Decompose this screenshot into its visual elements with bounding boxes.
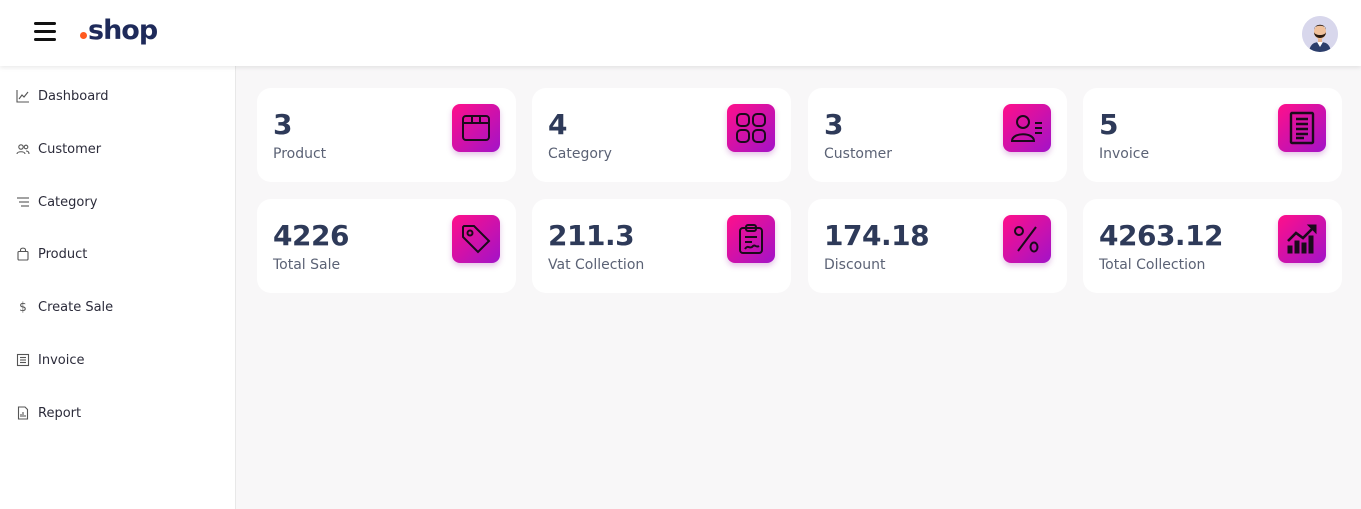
sidebar-item-customer[interactable]: Customer — [0, 129, 235, 169]
sidebar-item-label: Product — [38, 246, 88, 262]
sidebar-item-label: Dashboard — [38, 88, 109, 104]
shopping-bag-icon — [16, 247, 30, 261]
user-avatar-icon[interactable] — [1302, 16, 1338, 52]
stat-label: Discount — [824, 257, 886, 273]
sidebar-item-label: Category — [38, 194, 98, 210]
sidebar-item-report[interactable]: Report — [0, 393, 235, 433]
sidebar-item-label: Report — [38, 405, 82, 421]
stat-label: Product — [273, 146, 327, 162]
stat-value: 5 — [1099, 108, 1118, 141]
sidebar-item-category[interactable]: Category — [0, 182, 235, 222]
stat-label: Total Sale — [273, 257, 341, 273]
stat-label: Total Collection — [1099, 257, 1206, 273]
stat-card-product[interactable]: 3 Product — [257, 88, 516, 182]
stat-value: 4 — [548, 108, 567, 141]
stat-label: Invoice — [1099, 146, 1150, 162]
stat-value: 4263.12 — [1099, 219, 1224, 252]
customer-card-icon — [1003, 104, 1051, 152]
stat-value: 3 — [273, 108, 292, 141]
stat-value: 174.18 — [824, 219, 930, 252]
sidebar-item-create-sale[interactable]: $ Create Sale — [0, 287, 235, 327]
logo-dot — [80, 32, 87, 39]
sidebar-item-label: Invoice — [38, 352, 85, 368]
stat-card-category[interactable]: 4 Category — [532, 88, 791, 182]
app-logo[interactable]: shop — [80, 15, 158, 51]
list-icon — [16, 195, 30, 209]
stat-label: Customer — [824, 146, 893, 162]
receipt-icon — [16, 353, 30, 367]
line-chart-icon — [16, 89, 30, 103]
stat-label: Category — [548, 146, 612, 162]
percent-icon — [1003, 215, 1051, 263]
stat-card-discount[interactable]: 174.18 Discount — [808, 199, 1067, 293]
grid-icon — [727, 104, 775, 152]
sidebar-item-label: Create Sale — [38, 299, 114, 315]
dollar-icon: $ — [19, 300, 27, 314]
growth-chart-icon — [1278, 215, 1326, 263]
users-icon — [16, 142, 30, 156]
sidebar-item-product[interactable]: Product — [0, 234, 235, 274]
sidebar-item-invoice[interactable]: Invoice — [0, 340, 235, 380]
sidebar: Dashboard Customer Category Product $ Cr… — [0, 66, 236, 509]
logo-text: shop — [88, 15, 158, 46]
stat-card-total-sale[interactable]: 4226 Total Sale — [257, 199, 516, 293]
stat-value: 3 — [824, 108, 843, 141]
hamburger-menu-icon[interactable] — [34, 22, 56, 42]
invoice-document-icon — [1278, 104, 1326, 152]
stat-label: Vat Collection — [548, 257, 645, 273]
report-file-icon — [16, 406, 30, 420]
stat-card-customer[interactable]: 3 Customer — [808, 88, 1067, 182]
clipboard-signature-icon — [727, 215, 775, 263]
stat-value: 4226 — [273, 219, 349, 252]
sidebar-item-label: Customer — [38, 141, 102, 157]
price-tag-icon — [452, 215, 500, 263]
box-icon — [452, 104, 500, 152]
stat-card-invoice[interactable]: 5 Invoice — [1083, 88, 1342, 182]
stat-card-total-collection[interactable]: 4263.12 Total Collection — [1083, 199, 1342, 293]
stat-card-vat-collection[interactable]: 211.3 Vat Collection — [532, 199, 791, 293]
top-navbar: shop — [0, 0, 1361, 66]
stat-value: 211.3 — [548, 219, 635, 252]
sidebar-item-dashboard[interactable]: Dashboard — [0, 76, 235, 116]
